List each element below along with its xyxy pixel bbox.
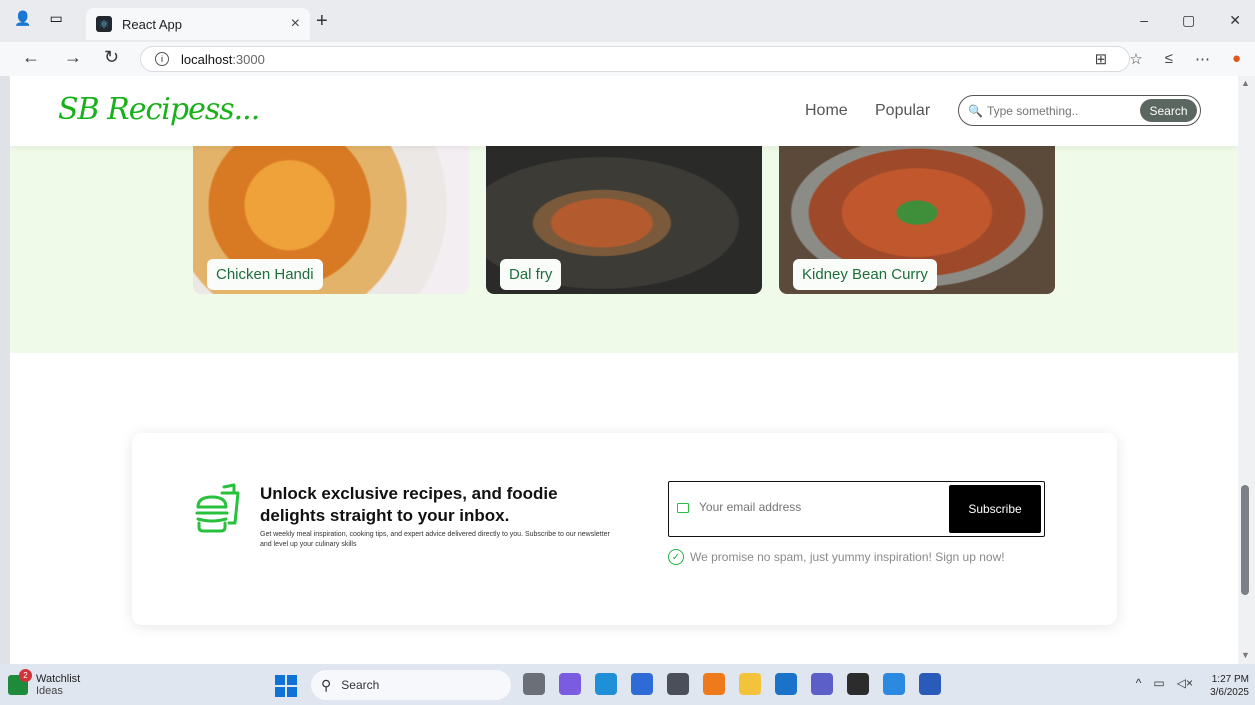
windows-start-icon[interactable] <box>275 675 297 697</box>
recipe-card[interactable]: Kidney Bean Curry <box>779 146 1055 294</box>
volume-icon[interactable]: ◁× <box>1177 676 1193 690</box>
word-icon[interactable] <box>919 673 941 695</box>
app-icon[interactable] <box>667 673 689 695</box>
taskbar-search[interactable]: ⚲ Search <box>311 670 511 700</box>
favorites-list-icon[interactable]: ≤ <box>1165 50 1173 68</box>
address-bar-row: ← → ↻ i localhost:3000 ⊞ ☆ ≤ ⋯ ● <box>0 42 1255 76</box>
search-icon: 🔍 <box>968 103 983 118</box>
outlook-icon[interactable] <box>775 673 797 695</box>
favorite-star-icon[interactable]: ☆ <box>1129 50 1142 68</box>
taskbar-app-icons <box>523 673 941 695</box>
window-controls: – ▢ ✕ <box>1140 12 1241 29</box>
taskbar-search-label: Search <box>341 678 380 692</box>
restore-button[interactable]: ▢ <box>1182 12 1195 29</box>
search-button[interactable]: Search <box>1140 99 1197 122</box>
system-tray: ^ ▭ ◁× <box>1136 676 1193 690</box>
tab-strip-left-controls: 👤 ▭ <box>14 10 63 27</box>
browser-toolbar-right: ⊞ ☆ ≤ ⋯ ● <box>1095 50 1241 68</box>
tab-actions-icon[interactable]: ▭ <box>49 10 62 27</box>
recipe-card-label: Kidney Bean Curry <box>793 259 937 290</box>
chevron-up-icon[interactable]: ^ <box>1136 676 1142 690</box>
reader-view-icon[interactable]: ⊞ <box>1095 50 1108 68</box>
recipe-card-label: Chicken Handi <box>207 259 323 290</box>
site-header: SB Recipess... Home Popular 🔍 Search <box>10 76 1238 146</box>
watchlist-widget[interactable]: 2 Watchlist Ideas <box>8 669 81 697</box>
newsletter-subtext: Get weekly meal inspiration, cooking tip… <box>260 531 610 548</box>
watchlist-badge: 2 <box>19 669 32 682</box>
site-info-icon[interactable]: i <box>155 52 169 66</box>
newsletter-card: Unlock exclusive recipes, and foodie del… <box>132 433 1117 625</box>
back-arrow-icon[interactable]: ← <box>22 47 40 68</box>
url-port: :3000 <box>232 51 265 67</box>
email-field[interactable] <box>699 500 939 514</box>
browser-tab-strip: 👤 ▭ ⚛ React App × + – ▢ ✕ <box>0 0 1255 42</box>
nav-home-link[interactable]: Home <box>805 102 848 120</box>
copilot-app-icon[interactable] <box>559 673 581 695</box>
task-view-icon[interactable] <box>523 673 545 695</box>
reload-icon[interactable]: ↻ <box>104 47 119 68</box>
file-explorer-icon[interactable] <box>739 673 761 695</box>
clock-date: 3/6/2025 <box>1210 687 1249 698</box>
forward-arrow-icon[interactable]: → <box>64 47 82 68</box>
email-form: Subscribe <box>668 481 1045 537</box>
tab-close-icon[interactable]: × <box>291 15 300 33</box>
burger-drink-icon <box>195 483 240 533</box>
site-logo[interactable]: SB Recipess... <box>58 92 260 127</box>
windows-taskbar: 2 Watchlist Ideas ⚲ Search ^ ▭ ◁× 1:27 P… <box>0 664 1255 705</box>
more-menu-icon[interactable]: ⋯ <box>1195 50 1210 68</box>
scrollbar-thumb[interactable] <box>1241 485 1249 595</box>
close-window-button[interactable]: ✕ <box>1229 12 1241 29</box>
newsletter-heading: Unlock exclusive recipes, and foodie del… <box>260 484 558 525</box>
clock-time: 1:27 PM <box>1211 674 1249 685</box>
firefox-icon[interactable] <box>703 673 725 695</box>
search-input[interactable] <box>986 103 1127 118</box>
recipe-card-label: Dal fry <box>500 259 562 290</box>
url-field[interactable]: i localhost:3000 <box>140 46 1130 72</box>
nav-popular-link[interactable]: Popular <box>875 102 930 120</box>
store-icon[interactable] <box>631 673 653 695</box>
no-spam-note: ✓ We promise no spam, just yummy inspira… <box>668 549 1005 565</box>
recipe-card[interactable]: Dal fry <box>486 146 762 294</box>
url-host: localhost <box>181 51 233 67</box>
new-tab-button[interactable]: + <box>316 10 328 33</box>
recipe-card[interactable]: Chicken Handi <box>193 146 469 294</box>
watchlist-subtitle: Ideas <box>36 685 63 697</box>
react-favicon-icon: ⚛ <box>96 16 112 32</box>
scroll-down-arrow-icon[interactable]: ▼ <box>1241 650 1250 660</box>
watchlist-title: Watchlist <box>36 673 81 685</box>
tab-title: React App <box>122 16 182 32</box>
network-icon[interactable]: ▭ <box>1153 676 1164 690</box>
watchlist-icon: 2 <box>8 669 32 695</box>
scroll-up-arrow-icon[interactable]: ▲ <box>1241 78 1250 88</box>
page-viewport: Chicken Handi Dal fry Kidney Bean Curry … <box>10 76 1238 664</box>
no-spam-text: We promise no spam, just yummy inspirati… <box>690 550 1005 564</box>
taskbar-clock[interactable]: 1:27 PM 3/6/2025 <box>1210 673 1249 699</box>
subscribe-button[interactable]: Subscribe <box>949 485 1041 533</box>
copilot-icon[interactable]: ● <box>1232 50 1241 68</box>
profile-icon[interactable]: 👤 <box>14 10 31 27</box>
terminal-icon[interactable] <box>847 673 869 695</box>
search-icon: ⚲ <box>321 676 332 693</box>
recipe-search: 🔍 Search <box>958 95 1201 126</box>
minimize-button[interactable]: – <box>1140 12 1148 29</box>
check-circle-icon: ✓ <box>668 549 684 565</box>
edge-icon[interactable] <box>595 673 617 695</box>
vscode-icon[interactable] <box>883 673 905 695</box>
browser-tab[interactable]: ⚛ React App × <box>86 8 310 40</box>
teams-icon[interactable] <box>811 673 833 695</box>
envelope-icon <box>677 503 689 513</box>
